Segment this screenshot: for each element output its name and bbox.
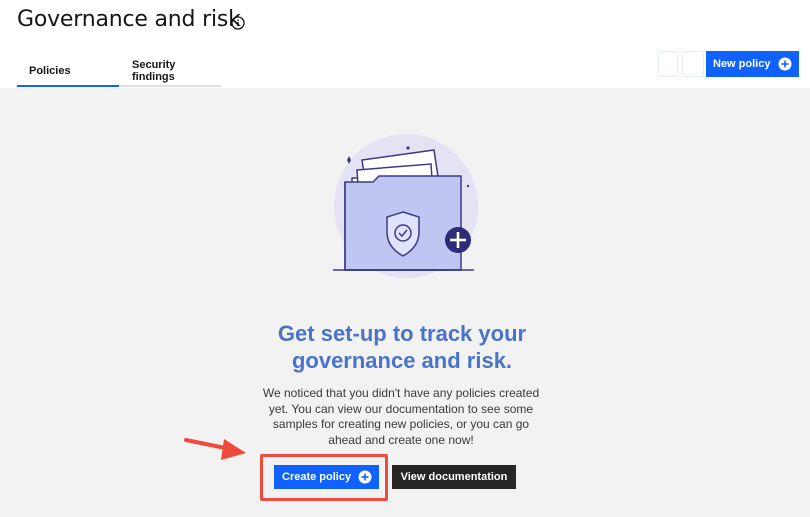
add-circle-icon <box>778 57 792 71</box>
add-circle-icon <box>358 470 372 484</box>
empty-state-description: We noticed that you didn't have any poli… <box>262 386 540 447</box>
folder-shield-illustration <box>333 134 478 278</box>
empty-state-headline: Get set-up to track your governance and … <box>277 321 527 373</box>
info-icon[interactable] <box>231 16 245 30</box>
new-policy-label: New policy <box>713 58 771 70</box>
create-policy-label: Create policy <box>282 471 352 483</box>
toolbar-placeholder <box>682 51 704 77</box>
tab-security-findings[interactable]: Security findings <box>119 56 221 87</box>
page-header: Governance and risk Policies Security fi… <box>0 0 810 88</box>
tab-list: Policies Security findings <box>17 56 221 87</box>
tab-label: Security findings <box>132 58 176 83</box>
toolbar-placeholder <box>658 51 678 77</box>
new-policy-button[interactable]: New policy <box>706 51 799 77</box>
tab-policies[interactable]: Policies <box>17 56 119 87</box>
annotation-arrow-icon <box>184 438 246 460</box>
view-documentation-label: View documentation <box>400 471 508 483</box>
page-title: Governance and risk <box>17 7 241 32</box>
create-policy-button[interactable]: Create policy <box>274 465 379 489</box>
view-documentation-button[interactable]: View documentation <box>392 465 516 489</box>
tab-label: Policies <box>29 64 71 77</box>
